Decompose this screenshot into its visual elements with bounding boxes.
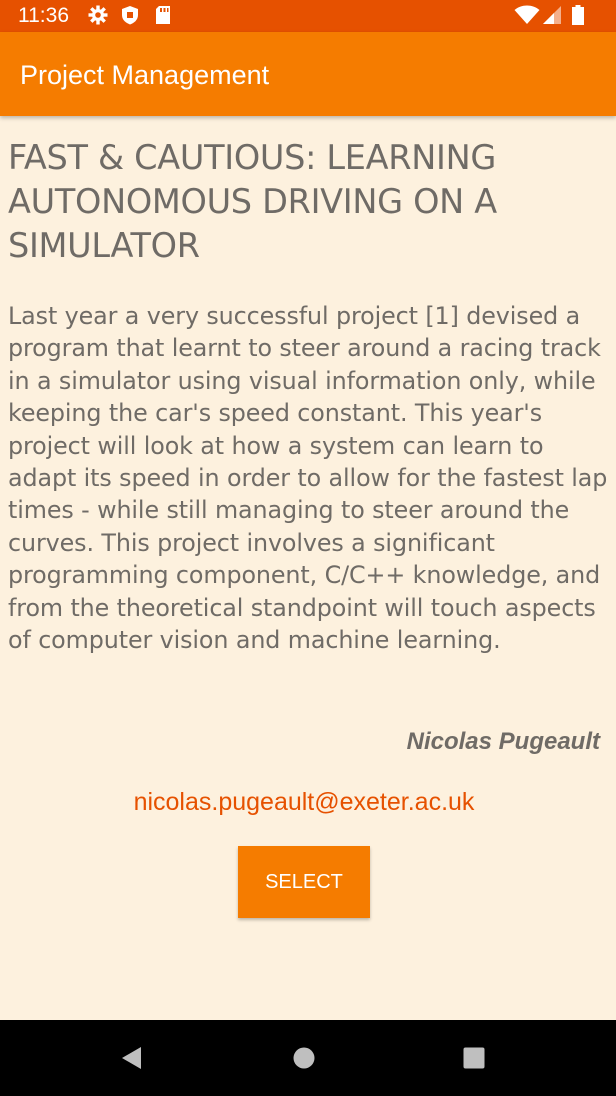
- status-bar: 11:36: [0, 0, 616, 32]
- back-icon[interactable]: [118, 1044, 146, 1072]
- home-icon[interactable]: [290, 1044, 318, 1072]
- project-description: Last year a very successful project [1] …: [8, 302, 608, 655]
- wifi-icon: [514, 5, 540, 29]
- app-bar: Project Management: [0, 32, 616, 116]
- project-details: FAST & CAUTIOUS: LEARNING AUTONOMOUS DRI…: [0, 116, 616, 1020]
- status-right-icons: [514, 5, 594, 25]
- supervisor-email-link[interactable]: nicolas.pugeault@exeter.ac.uk: [0, 788, 608, 817]
- status-time: 11:36: [18, 4, 69, 27]
- sd-card-icon: [154, 5, 172, 29]
- gear-icon: [88, 5, 108, 29]
- project-title: FAST & CAUTIOUS: LEARNING AUTONOMOUS DRI…: [8, 138, 497, 265]
- navigation-bar: [0, 1020, 616, 1096]
- cell-signal-icon: [542, 5, 562, 29]
- battery-icon: [572, 5, 584, 29]
- recents-icon[interactable]: [460, 1044, 488, 1072]
- select-button[interactable]: SELECT: [238, 846, 370, 918]
- shield-icon: [120, 5, 140, 29]
- app-title: Project Management: [20, 60, 270, 90]
- supervisor-name: Nicolas Pugeault: [406, 728, 600, 755]
